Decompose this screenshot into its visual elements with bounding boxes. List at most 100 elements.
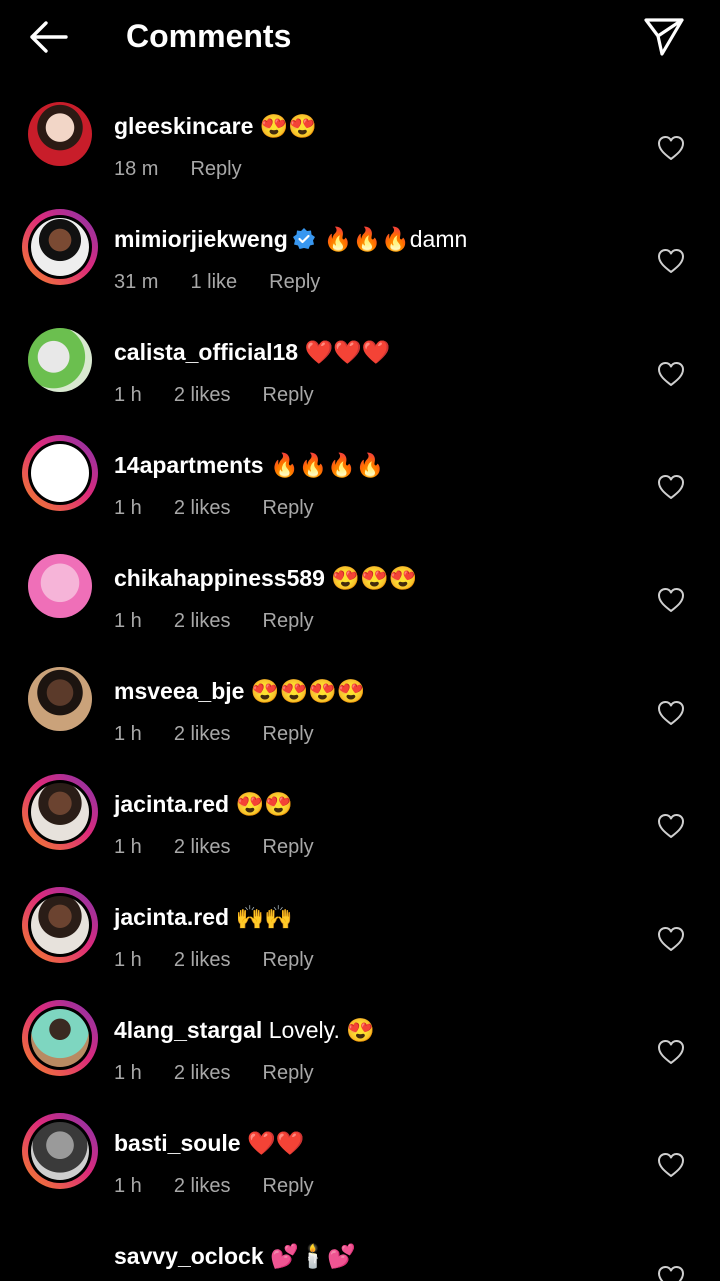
comment-body: mimiorjiekweng 🔥🔥🔥damn (114, 223, 467, 255)
comment-username[interactable]: calista_official18 (114, 339, 298, 365)
comment-like-count[interactable]: 2 likes (174, 497, 231, 519)
comment-meta: 1 h 2 likes Reply (114, 947, 346, 973)
comment-text: 😍😍😍 (331, 565, 418, 591)
paper-plane-icon (644, 18, 684, 56)
heart-icon (658, 814, 684, 838)
like-comment-button[interactable] (656, 1038, 686, 1066)
top-bar: Comments (0, 0, 720, 72)
avatar-image (31, 218, 89, 276)
comment-like-count[interactable]: 2 likes (174, 1062, 231, 1084)
back-button[interactable] (22, 14, 74, 60)
comment-row: 14apartments 🔥🔥🔥🔥 1 h 2 likes Reply (0, 435, 720, 548)
like-comment-button[interactable] (656, 1264, 686, 1281)
comment-time: 1 h (114, 836, 142, 858)
comment-body: basti_soule ❤️❤️ (114, 1127, 304, 1159)
heart-icon (658, 136, 684, 160)
reply-button[interactable]: Reply (190, 158, 241, 180)
comment-like-count[interactable]: 2 likes (174, 949, 231, 971)
comment-like-count[interactable]: 2 likes (174, 610, 231, 632)
comment-username[interactable]: msveea_bje (114, 678, 244, 704)
comment-time: 31 m (114, 271, 159, 293)
comment-meta: 18 m Reply (114, 156, 274, 182)
comment-time: 1 h (114, 949, 142, 971)
comment-like-count[interactable]: 2 likes (174, 1175, 231, 1197)
comment-body: jacinta.red 🙌🙌 (114, 901, 293, 933)
heart-icon (658, 362, 684, 386)
share-button[interactable] (640, 12, 688, 60)
comment-username[interactable]: 14apartments (114, 452, 264, 478)
page-title: Comments (126, 18, 292, 54)
comment-meta: 1 h 2 likes Reply (114, 608, 346, 634)
avatar[interactable] (22, 661, 98, 737)
comment-username[interactable]: basti_soule (114, 1130, 241, 1156)
like-comment-button[interactable] (656, 699, 686, 727)
avatar[interactable] (22, 774, 98, 850)
comment-username[interactable]: chikahappiness589 (114, 565, 325, 591)
avatar[interactable] (22, 209, 98, 285)
comment-text: 🔥🔥🔥damn (323, 226, 468, 252)
comment-text: 💕🕯️💕 (270, 1243, 356, 1269)
comment-text: 😍😍 (235, 791, 293, 817)
comment-time: 1 h (114, 384, 142, 406)
like-comment-button[interactable] (656, 925, 686, 953)
reply-button[interactable]: Reply (269, 271, 320, 293)
reply-button[interactable]: Reply (263, 1062, 314, 1084)
reply-button[interactable]: Reply (263, 610, 314, 632)
comment-username[interactable]: jacinta.red (114, 791, 229, 817)
comment-row: basti_soule ❤️❤️ 1 h 2 likes Reply (0, 1113, 720, 1226)
comment-body: jacinta.red 😍😍 (114, 788, 293, 820)
comment-meta: 1 h 2 likes Reply (114, 495, 346, 521)
comment-row: msveea_bje 😍😍😍😍 1 h 2 likes Reply (0, 661, 720, 774)
avatar-image (31, 1009, 89, 1067)
reply-button[interactable]: Reply (263, 1175, 314, 1197)
like-comment-button[interactable] (656, 586, 686, 614)
comment-username[interactable]: mimiorjiekweng (114, 226, 288, 252)
comment-username[interactable]: gleeskincare (114, 113, 253, 139)
comment-meta: 1 h 2 likes Reply (114, 834, 346, 860)
like-comment-button[interactable] (656, 134, 686, 162)
comment-text: ❤️❤️ (246, 1130, 305, 1156)
comment-row: jacinta.red 😍😍 1 h 2 likes Reply (0, 774, 720, 887)
avatar[interactable] (22, 435, 98, 511)
like-comment-button[interactable] (656, 360, 686, 388)
avatar[interactable] (22, 96, 98, 172)
comment-body: 4lang_stargal Lovely. 😍 (114, 1014, 375, 1046)
comment-row: gleeskincare 😍😍 18 m Reply (0, 96, 720, 209)
comment-body: msveea_bje 😍😍😍😍 (114, 675, 365, 707)
avatar[interactable] (22, 887, 98, 963)
like-comment-button[interactable] (656, 1151, 686, 1179)
avatar[interactable] (22, 548, 98, 624)
comment-username[interactable]: 4lang_stargal (114, 1017, 262, 1043)
comment-like-count[interactable]: 2 likes (174, 384, 231, 406)
comment-time: 1 h (114, 723, 142, 745)
reply-button[interactable]: Reply (263, 949, 314, 971)
arrow-left-icon (30, 21, 68, 53)
comment-body: calista_official18 ❤️❤️❤️ (114, 336, 390, 368)
comment-text: 😍😍😍😍 (250, 678, 366, 704)
verified-badge-icon (292, 228, 315, 249)
reply-button[interactable]: Reply (263, 384, 314, 406)
comment-meta: 1 h 2 likes Reply (114, 721, 346, 747)
comment-like-count[interactable]: 2 likes (174, 836, 231, 858)
avatar-image (28, 1232, 92, 1281)
comment-like-count[interactable]: 2 likes (174, 723, 231, 745)
like-comment-button[interactable] (656, 247, 686, 275)
comment-row: calista_official18 ❤️❤️❤️ 1 h 2 likes Reply (0, 322, 720, 435)
comment-text: 🙌🙌 (235, 904, 293, 930)
reply-button[interactable]: Reply (263, 836, 314, 858)
comment-time: 1 h (114, 610, 142, 632)
like-comment-button[interactable] (656, 473, 686, 501)
comment-username[interactable]: jacinta.red (114, 904, 229, 930)
avatar[interactable] (22, 322, 98, 398)
avatar[interactable] (22, 1000, 98, 1076)
comment-text: 😍😍 (259, 113, 318, 139)
reply-button[interactable]: Reply (263, 723, 314, 745)
like-comment-button[interactable] (656, 812, 686, 840)
avatar[interactable] (22, 1113, 98, 1189)
avatar[interactable] (22, 1226, 98, 1281)
comment-like-count[interactable]: 1 like (190, 271, 237, 293)
comment-username[interactable]: savvy_oclock (114, 1243, 264, 1269)
reply-button[interactable]: Reply (263, 497, 314, 519)
comment-body: savvy_oclock 💕🕯️💕 (114, 1240, 356, 1272)
heart-icon (658, 249, 684, 273)
